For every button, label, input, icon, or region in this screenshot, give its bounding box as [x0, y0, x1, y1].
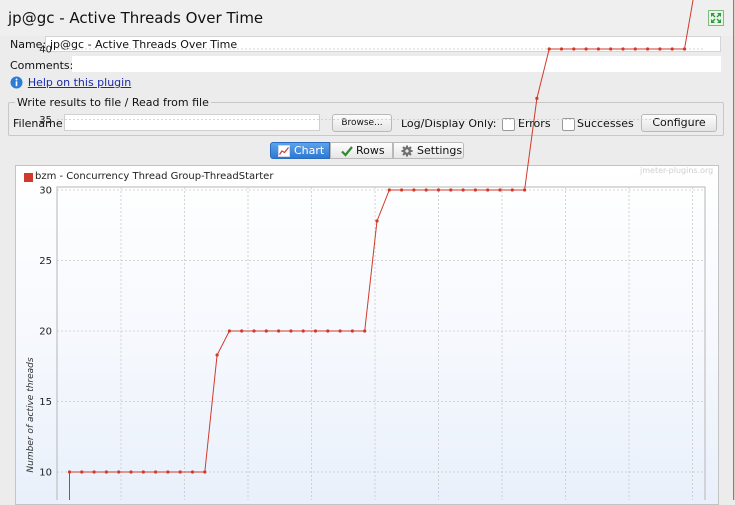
data-point — [215, 353, 219, 357]
data-point — [424, 188, 428, 192]
data-point — [559, 47, 564, 51]
data-point — [190, 470, 195, 474]
data-point — [178, 470, 182, 474]
data-point — [104, 470, 108, 474]
data-point — [449, 188, 453, 192]
y-tick-label: 25 — [39, 256, 52, 267]
data-point — [510, 188, 514, 192]
data-point — [326, 329, 330, 333]
y-tick-label: 30 — [39, 186, 52, 197]
data-point — [301, 329, 305, 333]
data-point — [375, 219, 379, 223]
data-point — [313, 329, 318, 333]
data-point — [461, 188, 465, 192]
data-point — [141, 470, 145, 474]
data-point — [658, 47, 662, 51]
data-point — [621, 47, 625, 51]
y-tick-label: 10 — [39, 468, 52, 479]
data-point — [400, 188, 404, 192]
data-point — [412, 188, 416, 192]
data-point — [572, 47, 576, 51]
data-point — [166, 470, 170, 474]
data-point — [473, 188, 477, 192]
data-point — [584, 47, 588, 51]
plot-area — [56, 186, 706, 500]
data-point — [547, 47, 551, 51]
data-point — [670, 47, 674, 51]
data-point — [498, 188, 502, 192]
y-axis-label: Number of active threads — [26, 357, 36, 472]
y-tick-label: 20 — [39, 327, 52, 338]
data-point — [227, 329, 231, 333]
data-point — [338, 329, 342, 333]
data-point — [436, 188, 441, 192]
data-point — [117, 470, 121, 474]
data-point — [67, 470, 72, 474]
y-tick-label: 40 — [39, 45, 52, 56]
y-tick-label: 15 — [39, 397, 52, 408]
data-point — [240, 329, 244, 333]
data-point — [154, 470, 158, 474]
data-point — [203, 470, 207, 474]
series-line — [69, 0, 735, 500]
data-point — [596, 47, 601, 51]
data-point — [523, 188, 527, 192]
active-threads-chart: 101520253035404550Number of active threa… — [26, 0, 735, 500]
data-point — [535, 96, 539, 100]
data-point — [289, 329, 293, 333]
data-point — [350, 329, 354, 333]
data-point — [387, 188, 391, 192]
data-point — [80, 470, 84, 474]
data-point — [277, 329, 281, 333]
data-point — [363, 329, 367, 333]
data-point — [486, 188, 490, 192]
data-point — [252, 329, 256, 333]
data-point — [129, 470, 133, 474]
data-point — [264, 329, 268, 333]
y-tick-label: 35 — [39, 115, 52, 126]
data-point — [646, 47, 650, 51]
data-point — [92, 470, 96, 474]
data-point — [682, 47, 687, 51]
data-point — [609, 47, 613, 51]
data-point — [633, 47, 637, 51]
